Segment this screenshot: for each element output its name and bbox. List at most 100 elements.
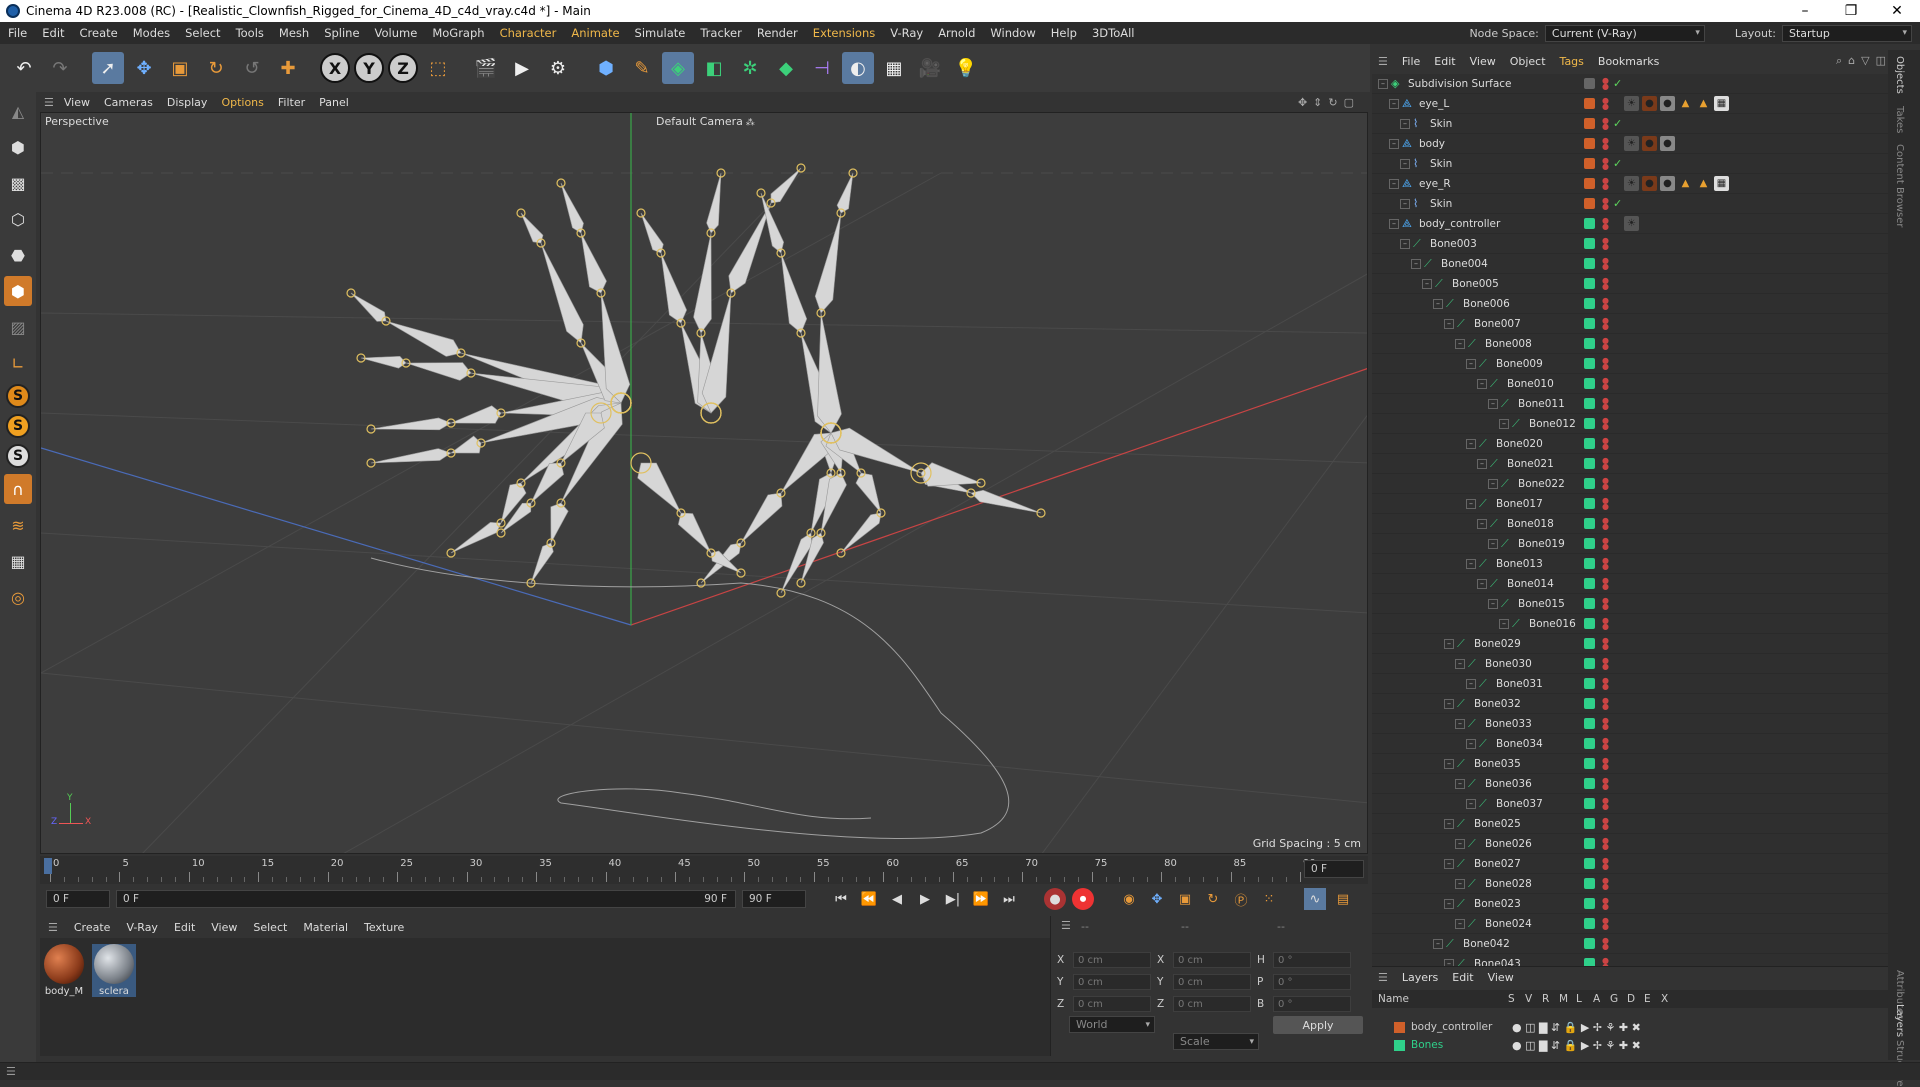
enabled-check-icon[interactable]: ✓ xyxy=(1613,117,1622,130)
layer-color-icon[interactable] xyxy=(1584,798,1595,809)
expand-toggle-icon[interactable]: – xyxy=(1455,778,1465,789)
material-swatch-sclera[interactable]: sclera xyxy=(92,944,136,997)
3d-viewport[interactable]: Perspective Default Camera ⁂ Grid Spacin… xyxy=(40,112,1368,854)
timeline-window-icon[interactable]: ▤ xyxy=(1332,888,1354,910)
object-menu-tags[interactable]: Tags xyxy=(1560,55,1584,68)
object-row[interactable]: – ⟁ body_controller ● ● ☀ xyxy=(1372,214,1888,234)
expand-toggle-icon[interactable]: – xyxy=(1400,198,1410,209)
visibility-dots-icon[interactable]: ● ● xyxy=(1602,516,1610,530)
object-row[interactable]: – ⟋ Bone015 ● ● xyxy=(1372,594,1888,614)
layer-color-icon[interactable] xyxy=(1584,278,1595,289)
status-hamburger-icon[interactable]: ☰ xyxy=(6,1065,16,1078)
object-row[interactable]: – ⟋ Bone022 ● ● xyxy=(1372,474,1888,494)
material-menu-view[interactable]: View xyxy=(211,921,237,934)
key-parameter-icon[interactable]: Ⓟ xyxy=(1230,888,1252,910)
visibility-dots-icon[interactable]: ● ● xyxy=(1602,876,1610,890)
object-row[interactable]: – ⌇ Skin ● ● ✓ xyxy=(1372,194,1888,214)
expand-toggle-icon[interactable]: – xyxy=(1499,418,1509,429)
layer-color-icon[interactable] xyxy=(1584,458,1595,469)
object-name[interactable]: Bone033 xyxy=(1485,718,1532,730)
object-name[interactable]: Bone031 xyxy=(1496,678,1543,690)
object-name[interactable]: Bone007 xyxy=(1474,318,1521,330)
make-editable-icon[interactable]: ◭ xyxy=(4,96,32,126)
layer-col-m[interactable]: M xyxy=(1559,993,1570,1005)
object-name[interactable]: eye_R xyxy=(1419,178,1451,190)
z-axis-lock-icon[interactable]: Z xyxy=(388,53,418,83)
layer-col-e[interactable]: E xyxy=(1644,993,1655,1005)
light-icon[interactable]: 💡 xyxy=(950,52,982,84)
layer-flag-icons[interactable]: ● ◫ ▇ ⇵ 🔒 ▶ ✢ ⚘ ✚ ✖ xyxy=(1512,1021,1641,1034)
object-row[interactable]: – ⟋ Bone020 ● ● xyxy=(1372,434,1888,454)
expand-toggle-icon[interactable]: – xyxy=(1422,278,1432,289)
expand-toggle-icon[interactable]: – xyxy=(1389,178,1399,189)
object-row[interactable]: – ⟋ Bone005 ● ● xyxy=(1372,274,1888,294)
layout-dropdown[interactable]: Startup xyxy=(1782,24,1912,42)
tab-takes[interactable]: Takes xyxy=(1894,106,1905,133)
object-name[interactable]: body xyxy=(1419,138,1445,150)
expand-toggle-icon[interactable]: – xyxy=(1400,118,1410,129)
object-menu-object[interactable]: Object xyxy=(1510,55,1546,68)
object-name[interactable]: Bone017 xyxy=(1496,498,1543,510)
field-icon[interactable]: ⊣ xyxy=(806,52,838,84)
object-menu-view[interactable]: View xyxy=(1470,55,1496,68)
expand-toggle-icon[interactable]: – xyxy=(1466,558,1476,569)
material-hamburger-icon[interactable]: ☰ xyxy=(48,921,58,934)
visibility-dots-icon[interactable]: ● ● xyxy=(1602,256,1610,270)
layer-color-icon[interactable] xyxy=(1584,518,1595,529)
key-rotation-icon[interactable]: ↻ xyxy=(1202,888,1224,910)
material-menu-material[interactable]: Material xyxy=(303,921,348,934)
layer-color-icon[interactable] xyxy=(1584,718,1595,729)
layer-col-r[interactable]: R xyxy=(1542,993,1553,1005)
snap-settings-icon[interactable]: S xyxy=(6,414,30,438)
camera-label[interactable]: Default Camera ⁂ xyxy=(656,115,755,128)
layer-color-icon[interactable] xyxy=(1584,778,1595,789)
layer-color-icon[interactable] xyxy=(1584,818,1595,829)
object-row[interactable]: – ⟋ Bone017 ● ● xyxy=(1372,494,1888,514)
expand-toggle-icon[interactable]: – xyxy=(1455,658,1465,669)
expand-toggle-icon[interactable]: – xyxy=(1444,698,1454,709)
viewport-menu-options[interactable]: Options xyxy=(221,96,263,109)
expand-toggle-icon[interactable]: – xyxy=(1400,238,1410,249)
object-name[interactable]: Bone012 xyxy=(1529,418,1576,430)
object-name[interactable]: Bone034 xyxy=(1496,738,1543,750)
material-tag-icon[interactable]: ● xyxy=(1660,136,1675,151)
expand-toggle-icon[interactable]: – xyxy=(1389,98,1399,109)
visibility-dots-icon[interactable]: ● ● xyxy=(1602,936,1610,950)
layer-color-icon[interactable] xyxy=(1584,198,1595,209)
object-name[interactable]: Bone015 xyxy=(1518,598,1565,610)
layer-color-icon[interactable] xyxy=(1584,118,1595,129)
object-name[interactable]: Bone022 xyxy=(1518,478,1565,490)
play-icon[interactable]: ▶ xyxy=(914,888,936,910)
visibility-dots-icon[interactable]: ● ● xyxy=(1602,536,1610,550)
material-tag-icon[interactable]: ● xyxy=(1642,176,1657,191)
checker-grid-icon[interactable]: ▦ xyxy=(4,546,32,576)
object-name[interactable]: Bone004 xyxy=(1441,258,1488,270)
object-name[interactable]: Bone023 xyxy=(1474,898,1521,910)
visibility-dots-icon[interactable]: ● ● xyxy=(1602,636,1610,650)
layer-color-icon[interactable] xyxy=(1584,878,1595,889)
object-search-filter-icons[interactable]: ⌕⌂▽◫ xyxy=(1836,54,1892,68)
visibility-dots-icon[interactable]: ● ● xyxy=(1602,376,1610,390)
redo-icon[interactable]: ↷ xyxy=(44,52,76,84)
expand-toggle-icon[interactable]: – xyxy=(1499,618,1509,629)
object-row[interactable]: – ⟋ Bone012 ● ● xyxy=(1372,414,1888,434)
layer-col-v[interactable]: V xyxy=(1525,993,1536,1005)
material-tag-icon[interactable]: ● xyxy=(1642,96,1657,111)
layer-flag-icons[interactable]: ● ◫ ▇ ⇵ 🔒 ▶ ✢ ⚘ ✚ ✖ xyxy=(1512,1039,1641,1052)
layer-col-a[interactable]: A xyxy=(1593,993,1604,1005)
visibility-dots-icon[interactable]: ● ● xyxy=(1602,276,1610,290)
key-scale-icon[interactable]: ▣ xyxy=(1174,888,1196,910)
layer-row-bones[interactable]: Bones ● ◫ ▇ ⇵ 🔒 ▶ ✢ ⚘ ✚ ✖ xyxy=(1372,1036,1888,1054)
render-view-icon[interactable]: 🎬 xyxy=(470,52,502,84)
expand-toggle-icon[interactable]: – xyxy=(1433,298,1443,309)
start-frame-field[interactable]: 0 F xyxy=(46,890,110,908)
scene-environment-icon[interactable]: ◐ xyxy=(842,52,874,84)
layer-col-l[interactable]: L xyxy=(1576,993,1587,1005)
object-name[interactable]: Bone013 xyxy=(1496,558,1543,570)
menu-mesh[interactable]: Mesh xyxy=(279,26,309,40)
object-name[interactable]: Bone010 xyxy=(1507,378,1554,390)
timeline-playhead[interactable] xyxy=(44,858,52,874)
viewport-menu-filter[interactable]: Filter xyxy=(278,96,305,109)
object-row[interactable]: – ⟁ eye_L ● ● ☀ ● ● ▲ ▲ ▦ xyxy=(1372,94,1888,114)
material-swatch-body[interactable]: body_M xyxy=(42,944,86,997)
